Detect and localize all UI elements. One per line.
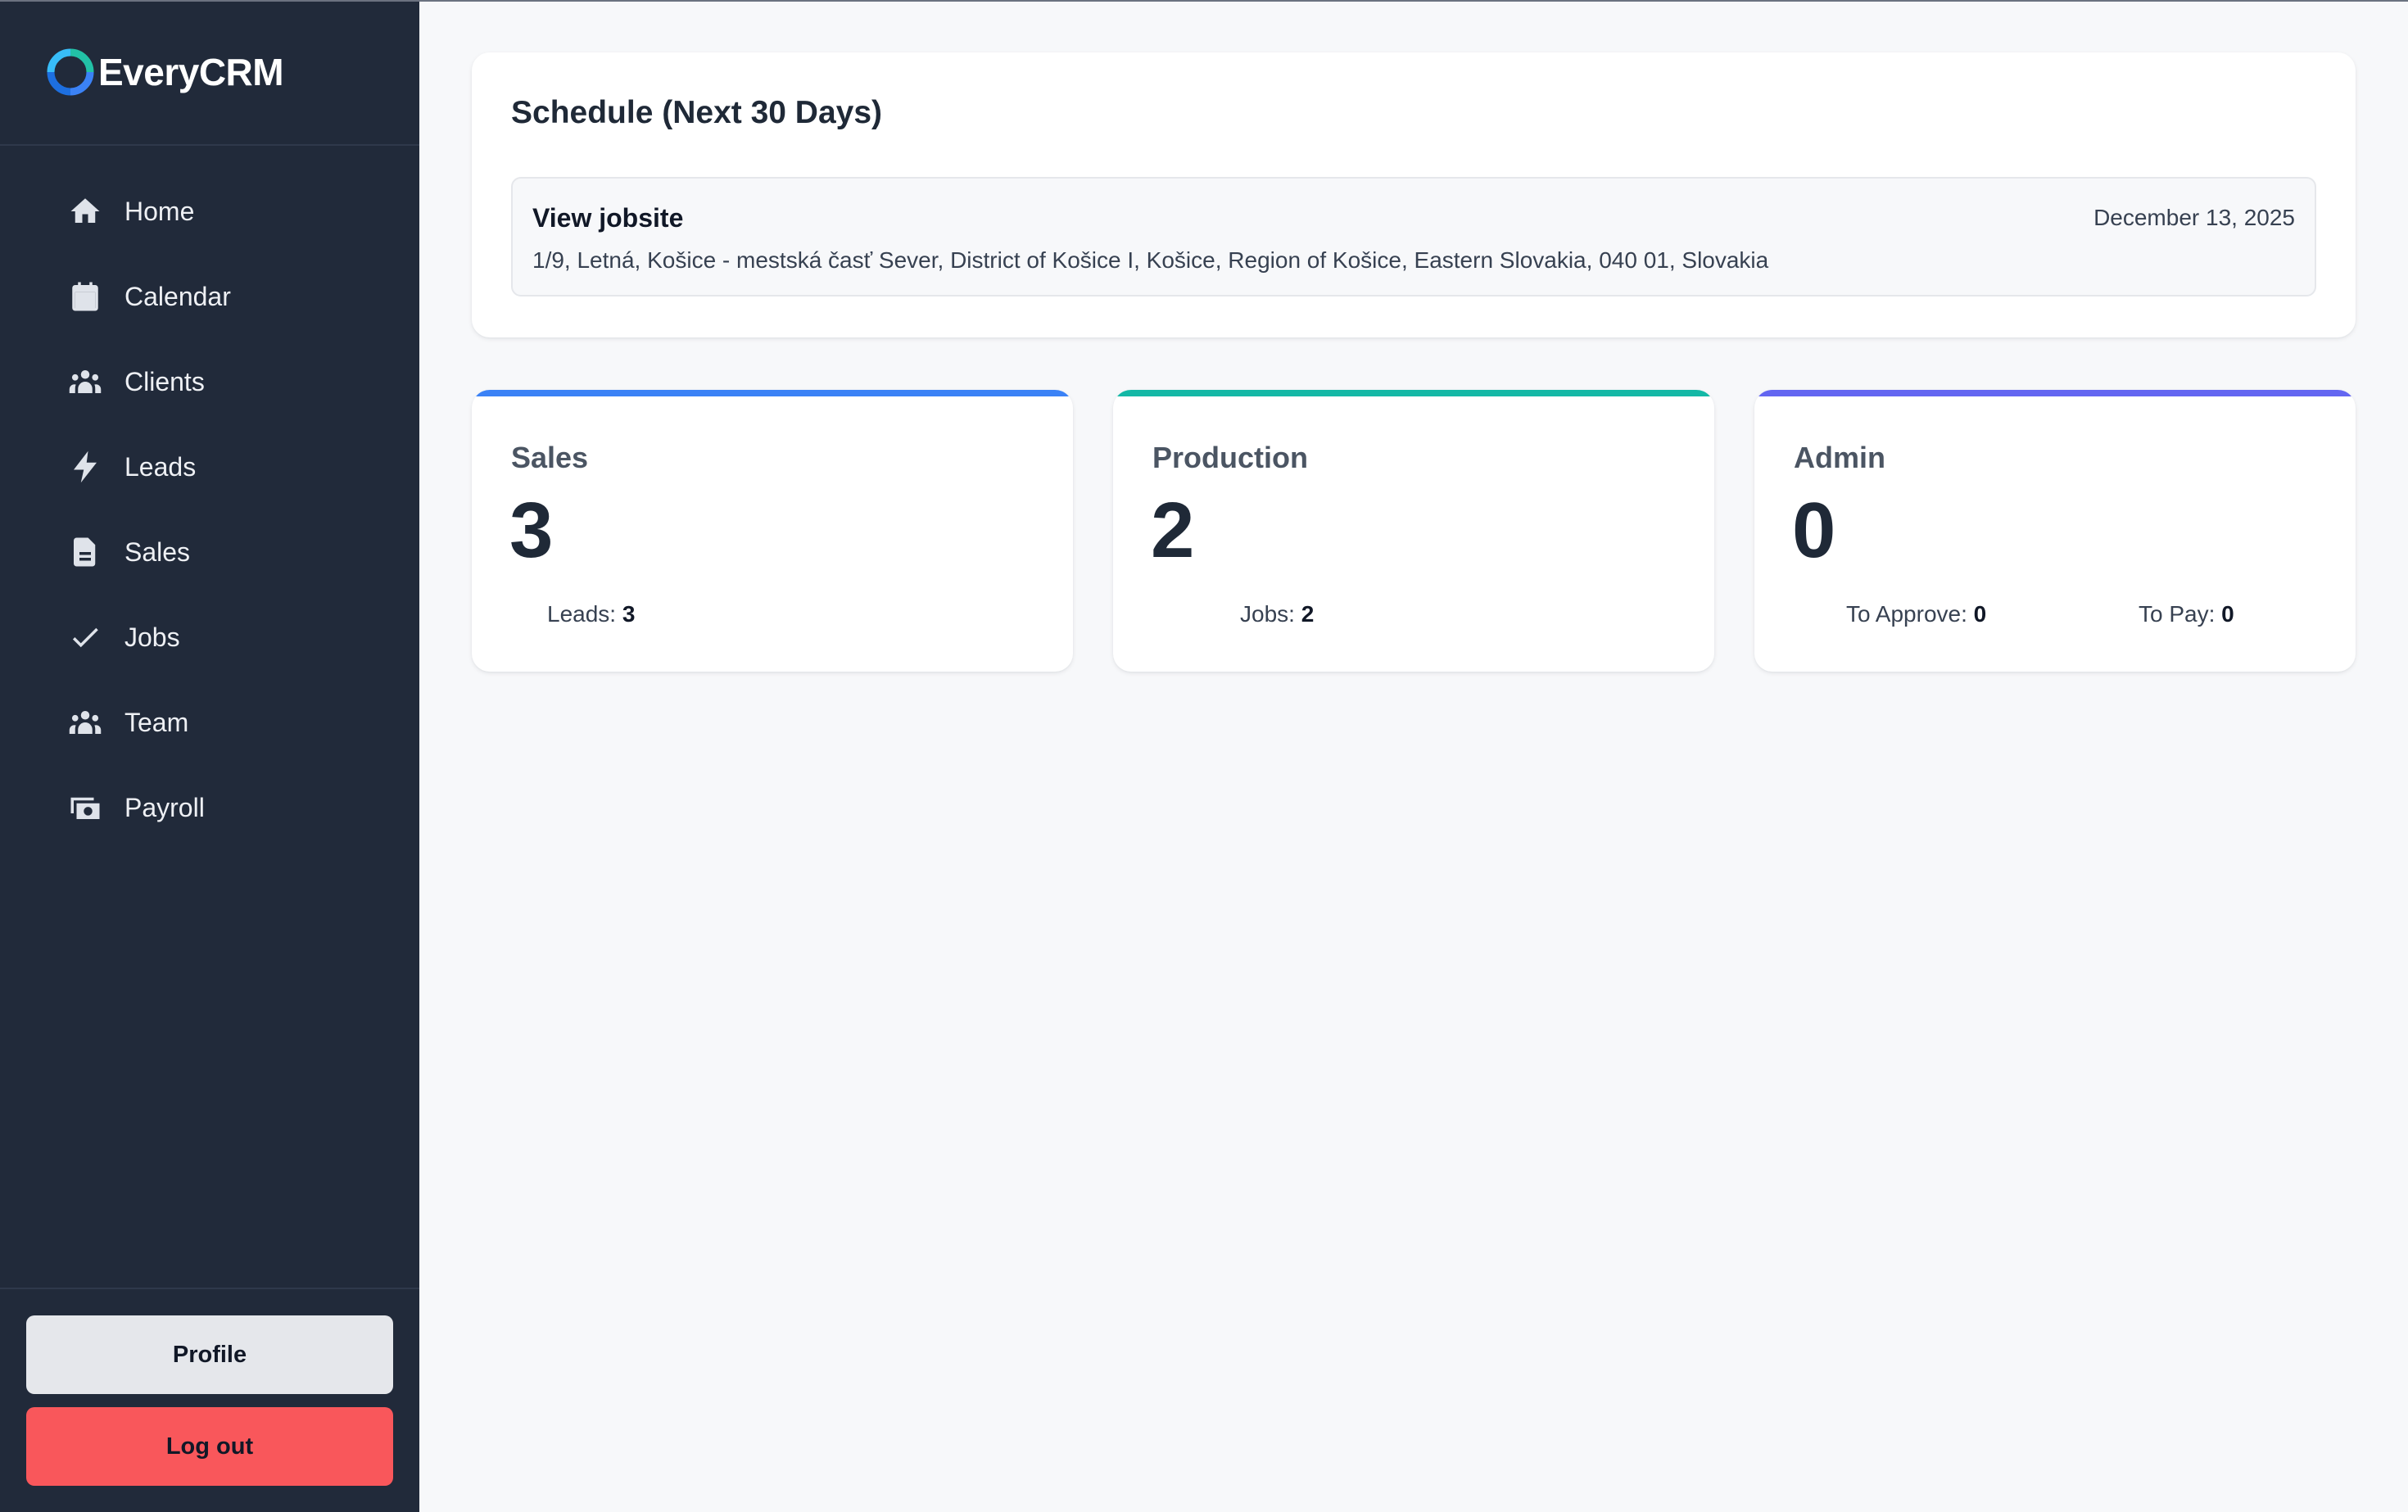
sidebar: EveryCRM Home Calendar Clients Leads Sal… bbox=[0, 0, 419, 1512]
document-icon bbox=[66, 532, 105, 572]
to-pay-value: 0 bbox=[2221, 601, 2234, 627]
sidebar-divider bbox=[0, 1288, 419, 1289]
home-icon bbox=[66, 192, 105, 231]
sidebar-item-payroll[interactable]: Payroll bbox=[0, 765, 419, 850]
sidebar-item-label: Team bbox=[124, 707, 189, 737]
stat-value: 3 bbox=[509, 487, 554, 574]
profile-button[interactable]: Profile bbox=[26, 1315, 393, 1394]
sidebar-item-home[interactable]: Home bbox=[0, 169, 419, 254]
sidebar-item-label: Payroll bbox=[124, 792, 205, 822]
check-icon bbox=[66, 618, 105, 657]
logo-icon bbox=[47, 48, 94, 96]
leads-label: Leads: bbox=[547, 601, 617, 627]
sidebar-item-leads[interactable]: Leads bbox=[0, 424, 419, 509]
users-icon bbox=[66, 362, 105, 401]
sidebar-item-label: Jobs bbox=[124, 622, 180, 652]
admin-accent-bar bbox=[1754, 390, 2356, 396]
sidebar-item-label: Leads bbox=[124, 451, 197, 482]
admin-stat-card[interactable]: Admin 0 To Approve: 0 To Pay: 0 bbox=[1754, 390, 2356, 672]
window-top-border bbox=[0, 0, 2408, 2]
sidebar-item-sales[interactable]: Sales bbox=[0, 509, 419, 595]
to-pay-count: To Pay: 0 bbox=[2139, 601, 2234, 627]
sidebar-item-label: Clients bbox=[124, 366, 205, 396]
money-icon bbox=[66, 788, 105, 827]
calendar-icon bbox=[66, 277, 105, 316]
sidebar-divider bbox=[0, 144, 419, 146]
jobs-count: Jobs: 2 bbox=[1240, 601, 1314, 627]
sidebar-item-label: Calendar bbox=[124, 281, 231, 311]
sidebar-item-team[interactable]: Team bbox=[0, 680, 419, 765]
leads-value: 3 bbox=[622, 601, 636, 627]
production-stat-card[interactable]: Production 2 Jobs: 2 bbox=[1113, 390, 1714, 672]
sidebar-item-label: Sales bbox=[124, 536, 191, 567]
app-logo[interactable]: EveryCRM bbox=[46, 46, 284, 98]
schedule-item-title: View jobsite bbox=[532, 203, 684, 233]
schedule-title: Schedule (Next 30 Days) bbox=[511, 95, 883, 130]
sidebar-item-label: Home bbox=[124, 196, 195, 226]
sidebar-item-clients[interactable]: Clients bbox=[0, 339, 419, 424]
schedule-item[interactable]: View jobsite December 13, 2025 1/9, Letn… bbox=[511, 177, 2316, 297]
sales-stat-card[interactable]: Sales 3 Leads: 3 bbox=[472, 390, 1073, 672]
stat-value: 0 bbox=[1792, 487, 1836, 574]
logout-button[interactable]: Log out bbox=[26, 1407, 393, 1486]
users-icon bbox=[66, 703, 105, 742]
bolt-icon bbox=[66, 447, 105, 487]
main-content: Schedule (Next 30 Days) View jobsite Dec… bbox=[419, 0, 2408, 1512]
stat-title: Sales bbox=[511, 441, 589, 474]
to-approve-label: To Approve: bbox=[1846, 601, 1967, 627]
schedule-item-address: 1/9, Letná, Košice - mestská časť Sever,… bbox=[532, 247, 1769, 273]
sales-accent-bar bbox=[472, 390, 1073, 396]
schedule-card: Schedule (Next 30 Days) View jobsite Dec… bbox=[472, 52, 2356, 337]
stat-value: 2 bbox=[1151, 487, 1195, 574]
sidebar-nav: Home Calendar Clients Leads Sales Jobs T… bbox=[0, 169, 419, 850]
production-accent-bar bbox=[1113, 390, 1714, 396]
schedule-item-date: December 13, 2025 bbox=[2093, 205, 2295, 230]
jobs-label: Jobs: bbox=[1240, 601, 1295, 627]
jobs-value: 2 bbox=[1301, 601, 1315, 627]
sidebar-item-calendar[interactable]: Calendar bbox=[0, 254, 419, 339]
to-approve-value: 0 bbox=[1973, 601, 1987, 627]
stat-title: Production bbox=[1152, 441, 1308, 474]
stat-title: Admin bbox=[1794, 441, 1885, 474]
sidebar-item-jobs[interactable]: Jobs bbox=[0, 595, 419, 680]
app-name: EveryCRM bbox=[98, 51, 284, 93]
to-approve-count: To Approve: 0 bbox=[1846, 601, 1986, 627]
leads-count: Leads: 3 bbox=[547, 601, 635, 627]
to-pay-label: To Pay: bbox=[2139, 601, 2216, 627]
